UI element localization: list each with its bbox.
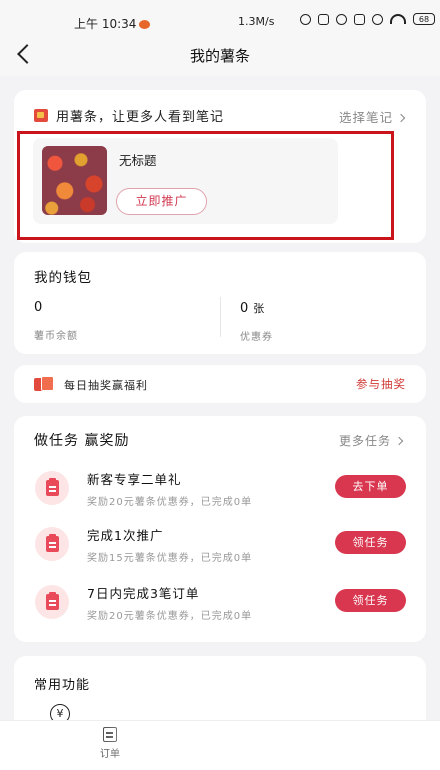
- promote-card: 用薯条，让更多人看到笔记 选择笔记 无标题 立即推广: [14, 90, 426, 243]
- common-title: 常用功能: [34, 678, 91, 693]
- network-speed: 1.3M/s: [238, 15, 275, 28]
- red-packets-icon: [34, 376, 54, 391]
- note-card[interactable]: 无标题 立即推广: [33, 138, 338, 224]
- more-tasks-link[interactable]: 更多任务: [339, 432, 404, 449]
- coupon-value-row: 0张: [240, 300, 273, 316]
- bottom-tab-bar: 订单: [0, 720, 440, 770]
- balance-value: 0: [34, 300, 43, 315]
- task-item: 7日内完成3笔订单 奖励20元薯条优惠券，已完成0单 领任务: [14, 576, 426, 628]
- wifi-icon: [390, 14, 406, 24]
- wallet-divider: [220, 297, 221, 337]
- battery-icon: 68: [413, 13, 435, 25]
- tasks-card: 做任务 赢奖励 更多任务 新客专享二单礼 奖励20元薯条优惠券，已完成0单 去下…: [14, 416, 426, 642]
- status-icons: 68: [300, 13, 435, 25]
- battery-level: 68: [418, 14, 430, 24]
- select-note-link[interactable]: 选择笔记: [339, 107, 406, 126]
- balance-block[interactable]: 0 薯币余额: [34, 300, 78, 342]
- chevron-right-icon: [396, 113, 406, 123]
- balance-label: 薯币余额: [34, 331, 78, 342]
- task-item: 完成1次推广 奖励15元薯条优惠券，已完成0单 领任务: [14, 518, 426, 570]
- lottery-banner[interactable]: 每日抽奖赢福利 参与抽奖: [14, 365, 426, 403]
- join-lottery-link[interactable]: 参与抽奖: [356, 376, 406, 392]
- clipboard-icon: [35, 471, 69, 505]
- task-item: 新客专享二单礼 奖励20元薯条优惠券，已完成0单 去下单: [14, 462, 426, 514]
- fade-overlay: [100, 721, 440, 770]
- task-desc: 奖励15元薯条优惠券，已完成0单: [87, 553, 253, 564]
- note-title: 无标题: [119, 153, 157, 168]
- task-name: 完成1次推广: [87, 528, 164, 543]
- lottery-text: 每日抽奖赢福利: [64, 379, 148, 392]
- red-packet-icon: [34, 109, 48, 122]
- page-title: 我的薯条: [189, 47, 250, 65]
- coupon-block[interactable]: 0张 优惠券: [240, 300, 273, 343]
- wallet-title: 我的钱包: [34, 270, 92, 286]
- note-thumbnail: [42, 146, 107, 215]
- promote-now-button[interactable]: 立即推广: [116, 188, 207, 215]
- alarm-icon: [372, 13, 383, 25]
- wallet-card: 我的钱包 0 薯币余额 0张 优惠券: [14, 252, 426, 354]
- coupon-label: 优惠券: [240, 332, 273, 343]
- vibrate-icon: [354, 13, 365, 25]
- promote-headline: 用薯条，让更多人看到笔记: [56, 110, 225, 125]
- clipboard-icon: [35, 527, 69, 561]
- claim-task-button[interactable]: 领任务: [335, 531, 406, 554]
- tasks-title: 做任务 赢奖励: [34, 433, 130, 449]
- status-time: 上午 10:34: [74, 15, 151, 32]
- tomato-icon: [139, 20, 151, 29]
- status-bar: 上午 10:34 1.3M/s 68: [0, 0, 440, 38]
- chevron-right-icon: [394, 436, 404, 446]
- nav-bar: 我的薯条: [0, 38, 440, 76]
- task-name: 新客专享二单礼: [87, 472, 182, 487]
- coupon-unit: 张: [253, 302, 265, 315]
- app-b-icon: [318, 13, 329, 25]
- task-desc: 奖励20元薯条优惠券，已完成0单: [87, 497, 253, 508]
- clipboard-icon: [35, 585, 69, 619]
- coupon-value: 0: [240, 301, 249, 316]
- place-order-button[interactable]: 去下单: [335, 475, 406, 498]
- task-name: 7日内完成3笔订单: [87, 586, 200, 601]
- moon-icon: [300, 13, 311, 25]
- task-desc: 奖励20元薯条优惠券，已完成0单: [87, 611, 253, 622]
- promote-header: 用薯条，让更多人看到笔记: [34, 106, 224, 125]
- bluetooth-icon: [336, 13, 347, 25]
- claim-task-button[interactable]: 领任务: [335, 589, 406, 612]
